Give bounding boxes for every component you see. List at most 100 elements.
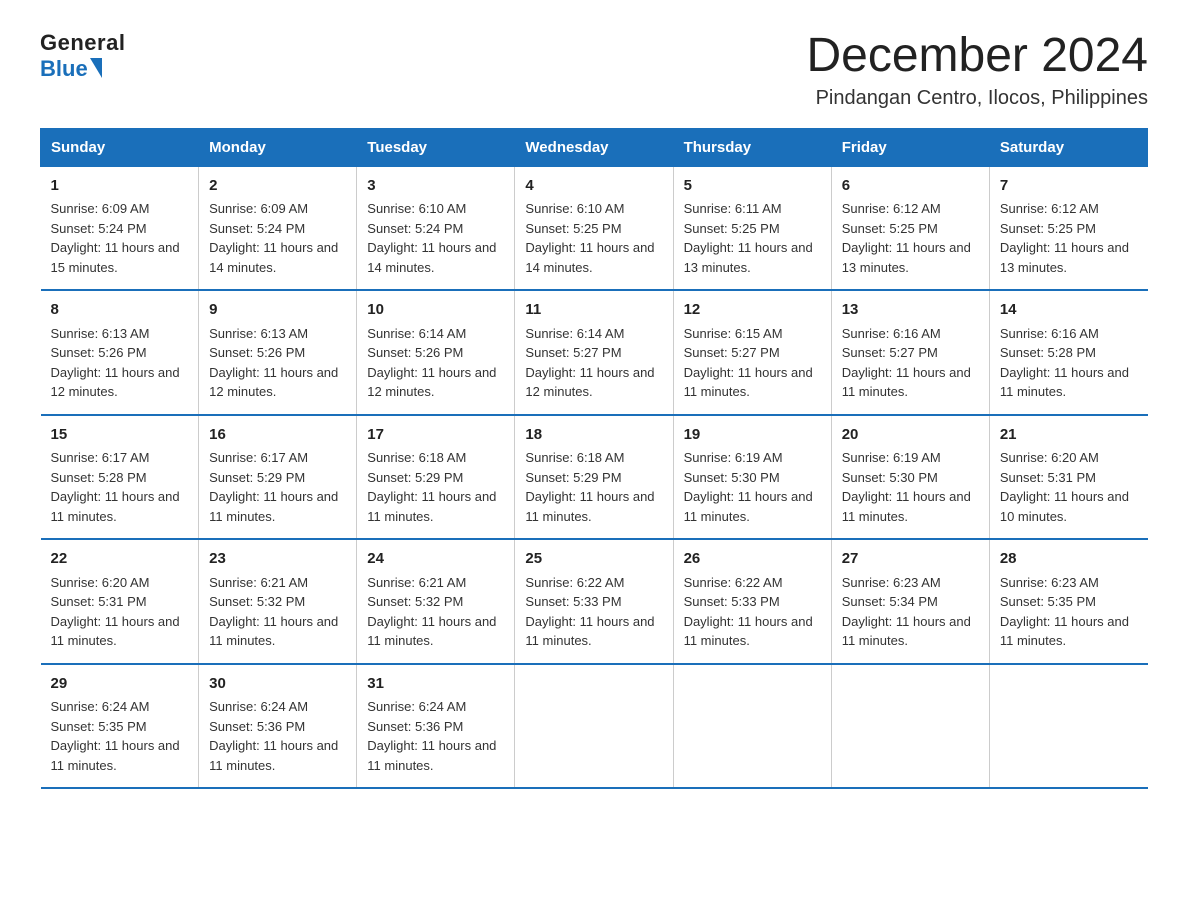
- day-number: 19: [684, 424, 821, 447]
- day-info: Sunrise: 6:24 AMSunset: 5:36 PMDaylight:…: [367, 697, 504, 775]
- day-cell: 2Sunrise: 6:09 AMSunset: 5:24 PMDaylight…: [199, 166, 357, 290]
- header-wednesday: Wednesday: [515, 128, 673, 166]
- day-number: 5: [684, 175, 821, 198]
- day-info: Sunrise: 6:15 AMSunset: 5:27 PMDaylight:…: [684, 324, 821, 402]
- day-info: Sunrise: 6:12 AMSunset: 5:25 PMDaylight:…: [1000, 199, 1138, 277]
- day-cell: 31Sunrise: 6:24 AMSunset: 5:36 PMDayligh…: [357, 664, 515, 789]
- day-cell: 6Sunrise: 6:12 AMSunset: 5:25 PMDaylight…: [831, 166, 989, 290]
- week-row-4: 22Sunrise: 6:20 AMSunset: 5:31 PMDayligh…: [41, 539, 1148, 664]
- page-header: General Blue December 2024 Pindangan Cen…: [40, 30, 1148, 110]
- day-number: 25: [525, 548, 662, 571]
- day-number: 23: [209, 548, 346, 571]
- day-info: Sunrise: 6:19 AMSunset: 5:30 PMDaylight:…: [684, 448, 821, 526]
- title-block: December 2024 Pindangan Centro, Ilocos, …: [806, 30, 1148, 110]
- day-cell: 22Sunrise: 6:20 AMSunset: 5:31 PMDayligh…: [41, 539, 199, 664]
- day-number: 3: [367, 175, 504, 198]
- day-cell: 7Sunrise: 6:12 AMSunset: 5:25 PMDaylight…: [989, 166, 1147, 290]
- day-info: Sunrise: 6:10 AMSunset: 5:24 PMDaylight:…: [367, 199, 504, 277]
- day-cell: 21Sunrise: 6:20 AMSunset: 5:31 PMDayligh…: [989, 415, 1147, 540]
- day-number: 31: [367, 673, 504, 696]
- day-cell: 25Sunrise: 6:22 AMSunset: 5:33 PMDayligh…: [515, 539, 673, 664]
- day-number: 16: [209, 424, 346, 447]
- day-info: Sunrise: 6:21 AMSunset: 5:32 PMDaylight:…: [209, 573, 346, 651]
- day-info: Sunrise: 6:22 AMSunset: 5:33 PMDaylight:…: [684, 573, 821, 651]
- calendar-table: Sunday Monday Tuesday Wednesday Thursday…: [40, 128, 1148, 790]
- day-cell: 11Sunrise: 6:14 AMSunset: 5:27 PMDayligh…: [515, 290, 673, 415]
- day-number: 1: [51, 175, 189, 198]
- header-thursday: Thursday: [673, 128, 831, 166]
- day-number: 18: [525, 424, 662, 447]
- day-number: 24: [367, 548, 504, 571]
- logo: General Blue: [40, 30, 125, 82]
- day-number: 26: [684, 548, 821, 571]
- day-info: Sunrise: 6:20 AMSunset: 5:31 PMDaylight:…: [1000, 448, 1138, 526]
- day-number: 8: [51, 299, 189, 322]
- day-number: 14: [1000, 299, 1138, 322]
- day-number: 17: [367, 424, 504, 447]
- day-cell: 17Sunrise: 6:18 AMSunset: 5:29 PMDayligh…: [357, 415, 515, 540]
- day-info: Sunrise: 6:14 AMSunset: 5:26 PMDaylight:…: [367, 324, 504, 402]
- day-info: Sunrise: 6:12 AMSunset: 5:25 PMDaylight:…: [842, 199, 979, 277]
- header-sunday: Sunday: [41, 128, 199, 166]
- day-cell: 9Sunrise: 6:13 AMSunset: 5:26 PMDaylight…: [199, 290, 357, 415]
- day-info: Sunrise: 6:13 AMSunset: 5:26 PMDaylight:…: [209, 324, 346, 402]
- day-cell: 20Sunrise: 6:19 AMSunset: 5:30 PMDayligh…: [831, 415, 989, 540]
- day-cell: 16Sunrise: 6:17 AMSunset: 5:29 PMDayligh…: [199, 415, 357, 540]
- day-cell: 14Sunrise: 6:16 AMSunset: 5:28 PMDayligh…: [989, 290, 1147, 415]
- day-number: 22: [51, 548, 189, 571]
- day-cell: 24Sunrise: 6:21 AMSunset: 5:32 PMDayligh…: [357, 539, 515, 664]
- day-number: 27: [842, 548, 979, 571]
- day-cell: 27Sunrise: 6:23 AMSunset: 5:34 PMDayligh…: [831, 539, 989, 664]
- day-cell: 4Sunrise: 6:10 AMSunset: 5:25 PMDaylight…: [515, 166, 673, 290]
- calendar-body: 1Sunrise: 6:09 AMSunset: 5:24 PMDaylight…: [41, 166, 1148, 788]
- day-info: Sunrise: 6:17 AMSunset: 5:29 PMDaylight:…: [209, 448, 346, 526]
- day-info: Sunrise: 6:09 AMSunset: 5:24 PMDaylight:…: [51, 199, 189, 277]
- calendar-subtitle: Pindangan Centro, Ilocos, Philippines: [806, 87, 1148, 110]
- calendar-title: December 2024: [806, 30, 1148, 83]
- day-number: 20: [842, 424, 979, 447]
- week-row-5: 29Sunrise: 6:24 AMSunset: 5:35 PMDayligh…: [41, 664, 1148, 789]
- day-number: 9: [209, 299, 346, 322]
- logo-general-text: General: [40, 30, 125, 55]
- day-info: Sunrise: 6:19 AMSunset: 5:30 PMDaylight:…: [842, 448, 979, 526]
- day-info: Sunrise: 6:20 AMSunset: 5:31 PMDaylight:…: [51, 573, 189, 651]
- day-info: Sunrise: 6:22 AMSunset: 5:33 PMDaylight:…: [525, 573, 662, 651]
- day-number: 15: [51, 424, 189, 447]
- logo-triangle-icon: [90, 58, 102, 78]
- day-number: 29: [51, 673, 189, 696]
- day-info: Sunrise: 6:24 AMSunset: 5:35 PMDaylight:…: [51, 697, 189, 775]
- day-info: Sunrise: 6:10 AMSunset: 5:25 PMDaylight:…: [525, 199, 662, 277]
- day-info: Sunrise: 6:13 AMSunset: 5:26 PMDaylight:…: [51, 324, 189, 402]
- logo-blue-text: Blue: [40, 56, 88, 82]
- day-cell: 1Sunrise: 6:09 AMSunset: 5:24 PMDaylight…: [41, 166, 199, 290]
- day-cell: [515, 664, 673, 789]
- day-cell: 15Sunrise: 6:17 AMSunset: 5:28 PMDayligh…: [41, 415, 199, 540]
- day-cell: 8Sunrise: 6:13 AMSunset: 5:26 PMDaylight…: [41, 290, 199, 415]
- day-number: 30: [209, 673, 346, 696]
- day-cell: 10Sunrise: 6:14 AMSunset: 5:26 PMDayligh…: [357, 290, 515, 415]
- day-number: 4: [525, 175, 662, 198]
- day-cell: 29Sunrise: 6:24 AMSunset: 5:35 PMDayligh…: [41, 664, 199, 789]
- day-number: 6: [842, 175, 979, 198]
- day-info: Sunrise: 6:24 AMSunset: 5:36 PMDaylight:…: [209, 697, 346, 775]
- day-cell: 19Sunrise: 6:19 AMSunset: 5:30 PMDayligh…: [673, 415, 831, 540]
- day-number: 7: [1000, 175, 1138, 198]
- day-info: Sunrise: 6:09 AMSunset: 5:24 PMDaylight:…: [209, 199, 346, 277]
- day-number: 10: [367, 299, 504, 322]
- day-info: Sunrise: 6:21 AMSunset: 5:32 PMDaylight:…: [367, 573, 504, 651]
- day-cell: 13Sunrise: 6:16 AMSunset: 5:27 PMDayligh…: [831, 290, 989, 415]
- header-tuesday: Tuesday: [357, 128, 515, 166]
- day-info: Sunrise: 6:16 AMSunset: 5:28 PMDaylight:…: [1000, 324, 1138, 402]
- header-monday: Monday: [199, 128, 357, 166]
- day-cell: [989, 664, 1147, 789]
- day-info: Sunrise: 6:18 AMSunset: 5:29 PMDaylight:…: [525, 448, 662, 526]
- day-info: Sunrise: 6:23 AMSunset: 5:34 PMDaylight:…: [842, 573, 979, 651]
- week-row-3: 15Sunrise: 6:17 AMSunset: 5:28 PMDayligh…: [41, 415, 1148, 540]
- day-cell: 23Sunrise: 6:21 AMSunset: 5:32 PMDayligh…: [199, 539, 357, 664]
- header-saturday: Saturday: [989, 128, 1147, 166]
- day-info: Sunrise: 6:16 AMSunset: 5:27 PMDaylight:…: [842, 324, 979, 402]
- day-number: 28: [1000, 548, 1138, 571]
- day-cell: 18Sunrise: 6:18 AMSunset: 5:29 PMDayligh…: [515, 415, 673, 540]
- week-row-1: 1Sunrise: 6:09 AMSunset: 5:24 PMDaylight…: [41, 166, 1148, 290]
- day-number: 13: [842, 299, 979, 322]
